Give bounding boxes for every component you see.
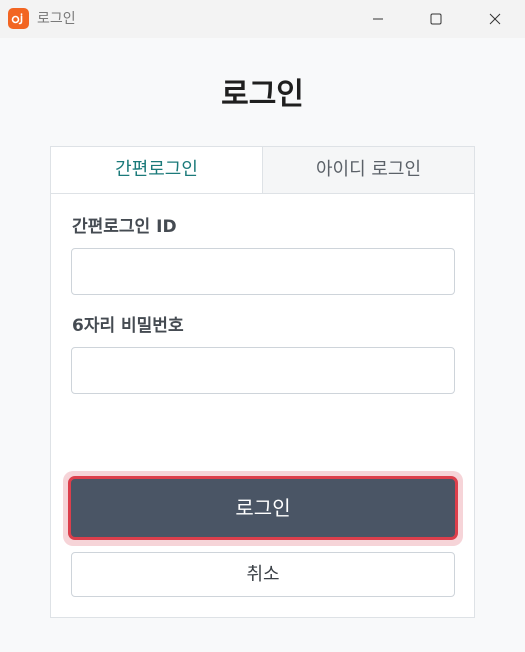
login-card: 간편로그인 아이디 로그인 간편로그인 ID 6자리 비밀번호 로그인 취소 <box>50 146 475 618</box>
minimize-icon <box>373 18 383 20</box>
simple-login-id-input[interactable] <box>71 248 455 295</box>
minimize-button[interactable] <box>349 0 407 38</box>
tab-simple-login[interactable]: 간편로그인 <box>51 147 263 194</box>
login-button[interactable]: 로그인 <box>68 476 458 540</box>
app-logo-icon <box>8 8 29 29</box>
six-digit-password-label: 6자리 비밀번호 <box>72 316 184 336</box>
maximize-icon <box>430 13 442 25</box>
close-icon <box>489 13 501 25</box>
maximize-button[interactable] <box>407 0 465 38</box>
close-button[interactable] <box>466 0 524 38</box>
login-tabs: 간편로그인 아이디 로그인 <box>51 147 474 194</box>
title-bar: 로그인 <box>0 0 525 38</box>
page-title: 로그인 <box>221 77 304 112</box>
window-title: 로그인 <box>37 11 76 27</box>
cancel-button[interactable]: 취소 <box>71 552 455 597</box>
simple-login-id-label: 간편로그인 ID <box>72 217 177 237</box>
tab-id-login[interactable]: 아이디 로그인 <box>263 147 474 194</box>
login-window: 로그인 로그인 간편로그인 아이디 로그인 간편로그인 ID 6자리 비밀번호 <box>0 0 525 652</box>
six-digit-password-input[interactable] <box>71 347 455 394</box>
